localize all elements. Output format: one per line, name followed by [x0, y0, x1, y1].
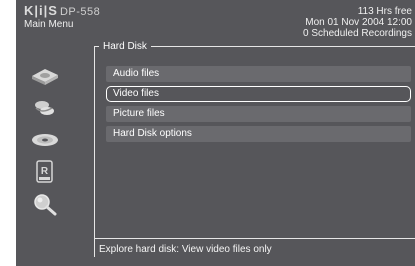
menu-item-hard-disk-options[interactable]: Hard Disk options	[106, 126, 411, 142]
disc-icon[interactable]	[30, 128, 60, 152]
brand-logo: K|i|S DP-558	[24, 4, 100, 19]
menu-title: Main Menu	[24, 19, 74, 30]
model-name: DP-558	[59, 6, 101, 18]
brand-logo-text: K|i|S	[24, 3, 58, 18]
menu-item-picture-files[interactable]: Picture files	[106, 106, 411, 122]
brand-header: K|i|S DP-558 Main Menu	[24, 4, 100, 31]
hard-disk-icon[interactable]	[30, 64, 60, 88]
status-divider	[94, 238, 415, 239]
status-info: 113 Hrs free Mon 01 Nov 2004 12:00 0 Sch…	[303, 6, 412, 39]
scheduled-recordings: 0 Scheduled Recordings	[303, 28, 412, 39]
date-time: Mon 01 Nov 2004 12:00	[305, 17, 412, 28]
osd-screen: K|i|S DP-558 Main Menu 113 Hrs free Mon 0…	[16, 0, 415, 266]
free-space: 113 Hrs free	[357, 6, 412, 17]
status-bar: Explore hard disk: View video files only	[99, 244, 272, 255]
rec-icon[interactable]: R	[30, 160, 60, 184]
search-icon[interactable]	[30, 192, 60, 216]
menu-item-audio-files[interactable]: Audio files	[106, 66, 411, 82]
svg-text:R: R	[41, 166, 49, 177]
menu-item-video-files[interactable]: Video files	[106, 86, 411, 102]
network-icon[interactable]	[30, 96, 60, 120]
panel-title: Hard Disk	[99, 41, 151, 52]
